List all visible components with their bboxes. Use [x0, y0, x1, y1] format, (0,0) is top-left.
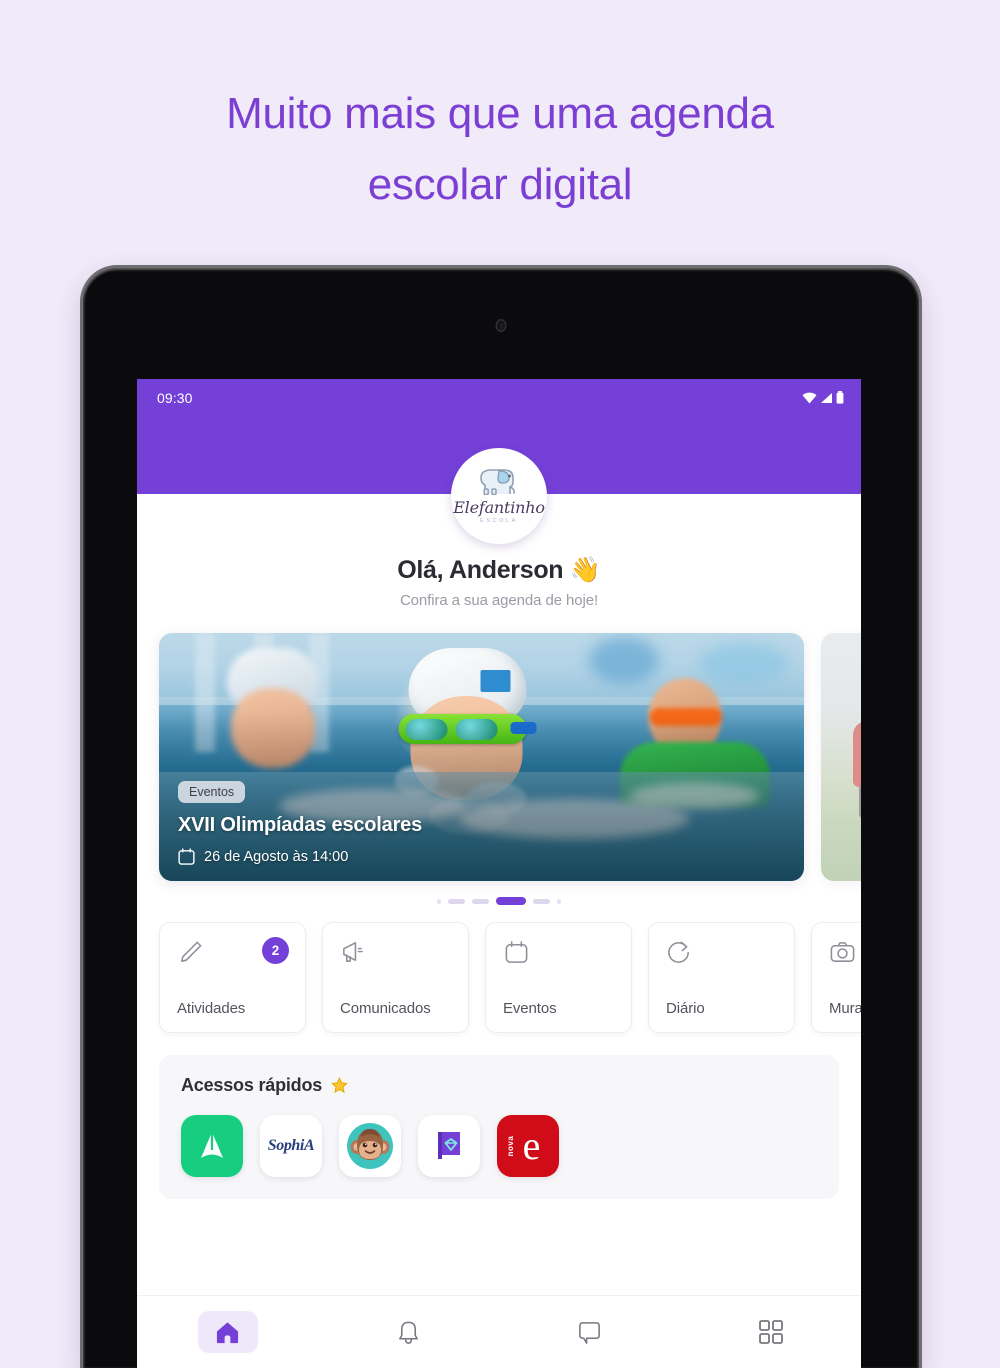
arrow-logo-icon — [201, 1132, 223, 1158]
promo-headline: Muito mais que uma agenda escolar digita… — [0, 78, 1000, 221]
app-purple-header: Elefantinho ESCOLA — [137, 416, 861, 544]
slide-title: XVII Olimpíadas escolares — [178, 814, 423, 836]
child-on-field-photo — [821, 633, 861, 881]
quick-app-book[interactable] — [418, 1115, 480, 1177]
school-logo: Elefantinho ESCOLA — [451, 448, 547, 544]
nav-item-home[interactable] — [137, 1311, 318, 1353]
carousel-slide-next[interactable] — [821, 633, 861, 881]
sophia-logo-icon: SophiA — [267, 1137, 315, 1154]
logo-wordmark: Elefantinho — [453, 498, 545, 517]
nav-item-messages[interactable] — [499, 1319, 680, 1346]
carousel-dot-0[interactable] — [437, 898, 441, 904]
battery-icon — [836, 391, 844, 404]
quick-access-header: Acessos rápidos — [181, 1075, 839, 1096]
status-bar-icons — [802, 391, 844, 404]
monkey-glyph-icon — [350, 1129, 390, 1160]
event-carousel[interactable]: Eventos XVII Olimpíadas escolares 26 de … — [137, 633, 861, 881]
nav-item-notifications[interactable] — [318, 1319, 499, 1346]
chat-bubble-icon — [579, 1321, 600, 1344]
nova-escola-icon: e — [522, 1123, 541, 1168]
calendar-icon — [178, 848, 195, 865]
tile-comunicados[interactable]: Comunicados — [322, 922, 469, 1033]
grid-icon — [758, 1320, 783, 1344]
quick-access-apps: SophiA nova e — [181, 1115, 839, 1177]
tile-label: Atividades — [177, 1000, 246, 1017]
carousel-indicators[interactable] — [137, 897, 861, 905]
tile-badge-count: 2 — [262, 937, 289, 964]
quick-app-agenda[interactable] — [181, 1115, 243, 1177]
quick-app-nova-escola[interactable]: nova e — [497, 1115, 559, 1177]
signal-icon — [821, 392, 832, 403]
calendar-icon — [505, 941, 528, 963]
tile-label: Diário — [666, 1000, 705, 1017]
slide-date-text: 26 de Agosto às 14:00 — [204, 848, 349, 865]
carousel-dot-2[interactable] — [472, 898, 489, 904]
quick-access-card: Acessos rápidos SophiA nova e — [159, 1055, 839, 1199]
tablet-device-frame: 09:30 Elefantinho ESCOLA Olá, Anderson 👋… — [83, 268, 919, 1368]
nova-label: nova — [506, 1135, 515, 1157]
app-content: Olá, Anderson 👋 Confira a sua agenda de … — [137, 494, 861, 1368]
home-icon — [216, 1321, 239, 1343]
book-heart-icon — [438, 1132, 460, 1159]
tile-eventos[interactable]: Eventos — [485, 922, 632, 1033]
quick-app-monkey[interactable] — [339, 1115, 401, 1177]
camera-icon — [830, 942, 855, 962]
tile-label: Mural — [829, 1000, 861, 1017]
slide-date: 26 de Agosto às 14:00 — [178, 848, 804, 865]
shortcut-tiles: 2 Atividades Comunicados Eventos Diário … — [137, 922, 861, 1033]
tile-atividades[interactable]: 2 Atividades — [159, 922, 306, 1033]
quick-app-sophia[interactable]: SophiA — [260, 1115, 322, 1177]
bell-icon — [399, 1321, 418, 1344]
status-bar-time: 09:30 — [157, 389, 193, 406]
carousel-dot-5[interactable] — [557, 898, 561, 904]
headline-line-1: Muito mais que uma agenda — [226, 89, 774, 138]
carousel-dot-3-active[interactable] — [496, 897, 526, 905]
wifi-icon — [802, 392, 817, 403]
pencil-icon — [181, 941, 202, 962]
status-bar: 09:30 — [137, 379, 861, 416]
tile-label: Comunicados — [340, 1000, 431, 1017]
tile-label: Eventos — [503, 1000, 557, 1017]
tile-mural[interactable]: Mural — [811, 922, 861, 1033]
slide-category-badge: Eventos — [178, 781, 246, 803]
carousel-dot-1[interactable] — [448, 898, 465, 904]
front-camera-icon — [495, 319, 507, 332]
refresh-icon — [668, 941, 689, 963]
nav-item-apps[interactable] — [680, 1319, 861, 1345]
elephant-icon — [480, 469, 515, 495]
logo-subtitle: ESCOLA — [480, 518, 518, 524]
carousel-slide-event[interactable]: Eventos XVII Olimpíadas escolares 26 de … — [159, 633, 804, 881]
megaphone-icon — [343, 942, 363, 962]
star-icon — [331, 1077, 348, 1094]
tile-diario[interactable]: Diário — [648, 922, 795, 1033]
app-screen: 09:30 Elefantinho ESCOLA Olá, Anderson 👋… — [137, 379, 861, 1368]
slide-caption: Eventos XVII Olimpíadas escolares 26 de … — [159, 711, 804, 881]
headline-line-2: escolar digital — [367, 160, 633, 210]
nav-active-pill — [197, 1311, 258, 1353]
quick-access-title: Acessos rápidos — [181, 1075, 323, 1095]
greeting-title: Olá, Anderson 👋 — [397, 556, 601, 584]
greeting-subtitle: Confira a sua agenda de hoje! — [399, 592, 599, 609]
carousel-dot-4[interactable] — [533, 898, 550, 904]
bottom-navigation — [137, 1295, 861, 1368]
